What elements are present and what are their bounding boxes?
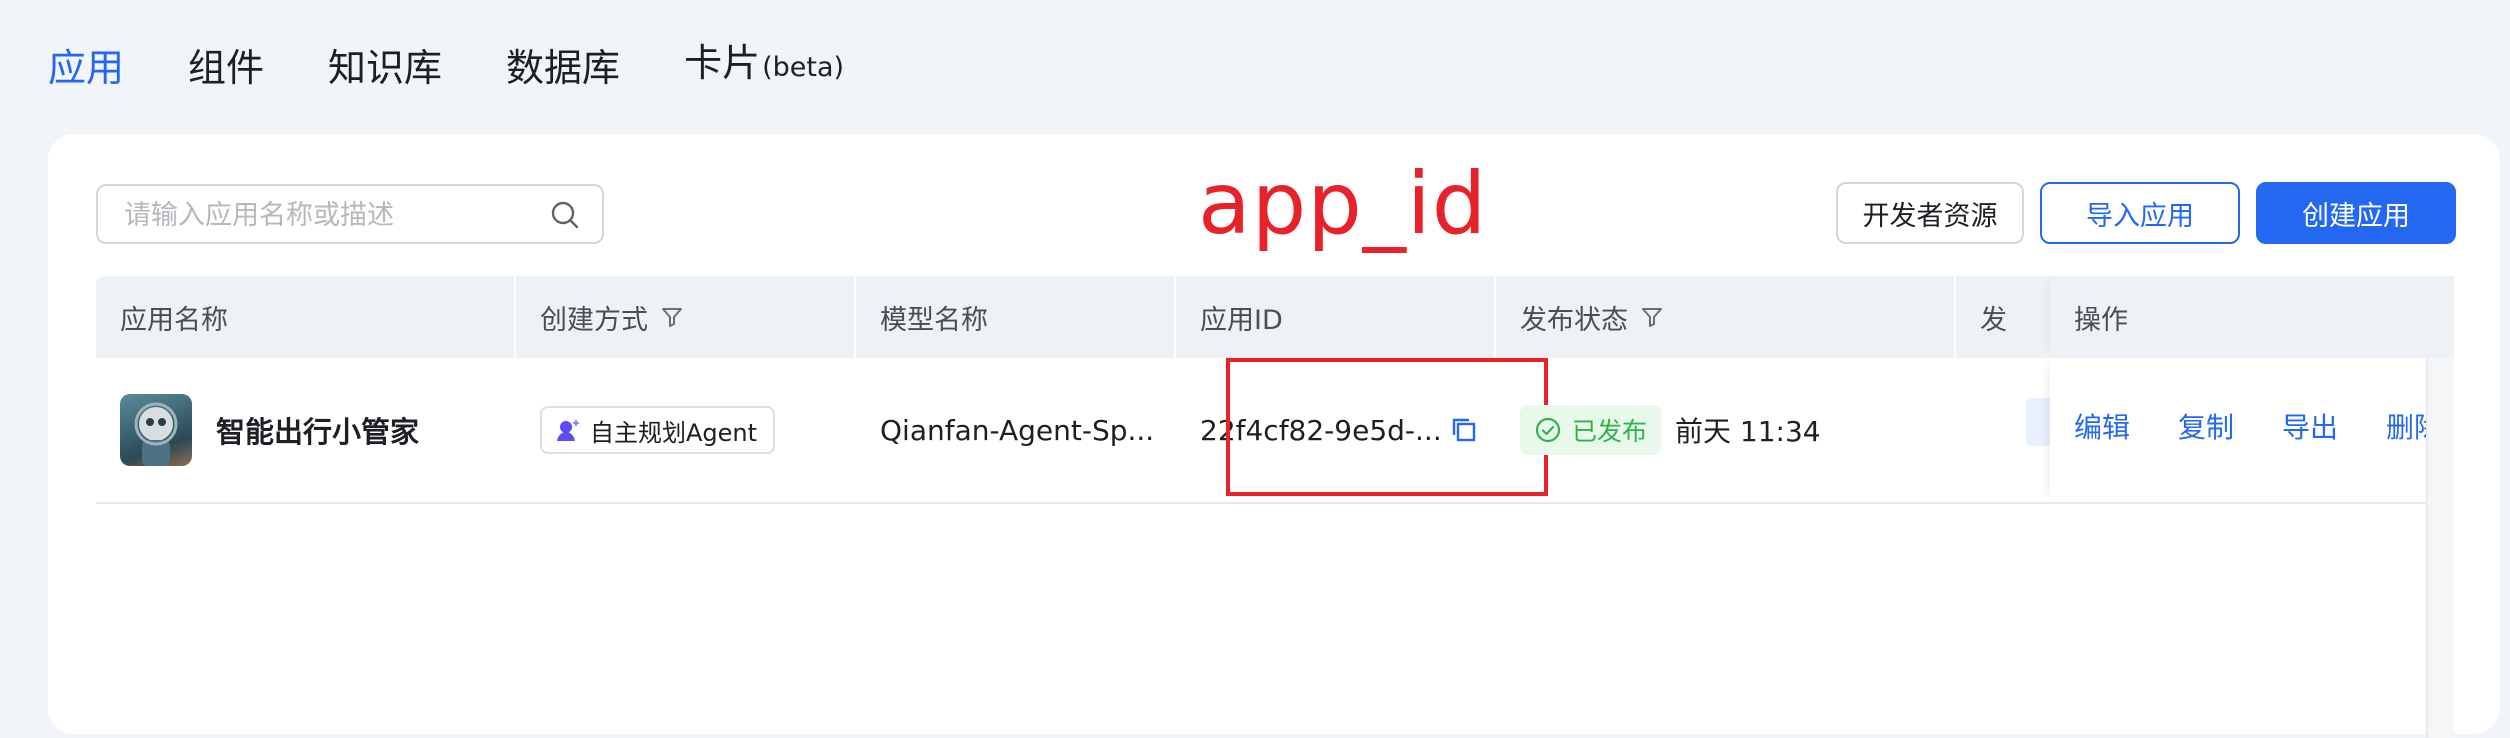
col-app-id: 应用ID: [1176, 276, 1494, 358]
col-actions: 操作: [2050, 276, 2454, 358]
create-method-cell: 自主规划Agent: [540, 358, 840, 502]
app-id-annotation: app_id: [1198, 154, 1488, 254]
tab-apps[interactable]: 应用: [48, 38, 124, 98]
developer-resources-button[interactable]: 开发者资源: [1836, 182, 2024, 244]
app-list-card: app_id 开发者资源 导入应用 创建应用 应用名称 创建方式 模型名称 应用…: [48, 134, 2500, 738]
tab-cards-label: 卡片: [684, 41, 761, 85]
tab-cards-beta: (beta): [762, 52, 845, 83]
tab-cards[interactable]: 卡片(beta): [684, 33, 844, 98]
app-id-highlight-box: [1226, 358, 1548, 496]
method-label: 自主规划Agent: [590, 418, 758, 447]
col-actions-label: 操作: [2074, 304, 2128, 336]
edit-link[interactable]: 编辑: [2074, 406, 2130, 446]
col-truncated: 发: [1956, 276, 2056, 358]
model-name-cell: Qianfan-Agent-Sp...: [880, 358, 1170, 502]
agent-icon: [557, 419, 580, 441]
copy-link[interactable]: 复制: [2178, 406, 2234, 446]
filter-icon[interactable]: [660, 305, 684, 329]
col-create-method[interactable]: 创建方式: [516, 276, 856, 358]
vertical-scrollbar[interactable]: [2426, 358, 2454, 738]
col-publish-status-label: 发布状态: [1520, 304, 1628, 336]
check-circle-icon: [1535, 417, 1561, 443]
main-tabs: 应用 组件 知识库 数据库 卡片(beta): [48, 38, 908, 98]
status-label: 已发布: [1572, 417, 1648, 446]
col-actions-header: 操作: [2050, 276, 2454, 358]
col-model-name-label: 模型名称: [880, 304, 988, 336]
col-create-method-label: 创建方式: [540, 304, 648, 336]
app-name-cell: 智能出行小管家: [120, 358, 510, 502]
tab-components[interactable]: 组件: [188, 38, 264, 98]
search-input[interactable]: [122, 186, 526, 244]
create-app-button[interactable]: 创建应用: [2256, 182, 2456, 244]
search-icon[interactable]: [550, 200, 580, 230]
method-tag: 自主规划Agent: [540, 406, 776, 454]
export-link[interactable]: 导出: [2282, 406, 2338, 446]
col-publish-status[interactable]: 发布状态: [1496, 276, 1956, 358]
col-app-name: 应用名称: [96, 276, 514, 358]
publish-status-cell: 已发布 前天 11:34: [1520, 358, 1950, 502]
app-avatar: [120, 394, 192, 466]
col-app-id-label: 应用ID: [1200, 304, 1283, 336]
publish-time: 前天 11:34: [1675, 415, 1821, 448]
row-actions: 编辑 复制 导出 删除: [2050, 358, 2454, 502]
app-name[interactable]: 智能出行小管家: [216, 409, 419, 451]
col-app-name-label: 应用名称: [120, 304, 228, 336]
col-model-name: 模型名称: [856, 276, 1174, 358]
table-header: 应用名称 创建方式 模型名称 应用ID 发布状态 发 操作: [96, 276, 2454, 358]
model-name: Qianfan-Agent-Sp...: [880, 413, 1155, 447]
search-box[interactable]: [96, 184, 604, 244]
app-table: 应用名称 创建方式 模型名称 应用ID 发布状态 发 操作 智能出行小管家 自主…: [96, 276, 2454, 504]
import-app-button[interactable]: 导入应用: [2040, 182, 2240, 244]
truncated-column-chip: [2026, 398, 2052, 446]
tab-knowledge-base[interactable]: 知识库: [328, 38, 442, 98]
filter-icon[interactable]: [1640, 305, 1664, 329]
robot-icon: [134, 402, 178, 466]
status-badge: 已发布: [1520, 405, 1662, 455]
col-truncated-label: 发: [1980, 304, 2007, 336]
tab-database[interactable]: 数据库: [506, 38, 620, 98]
table-row[interactable]: 智能出行小管家 自主规划Agent Qianfan-Agent-Sp... 22…: [96, 358, 2454, 504]
